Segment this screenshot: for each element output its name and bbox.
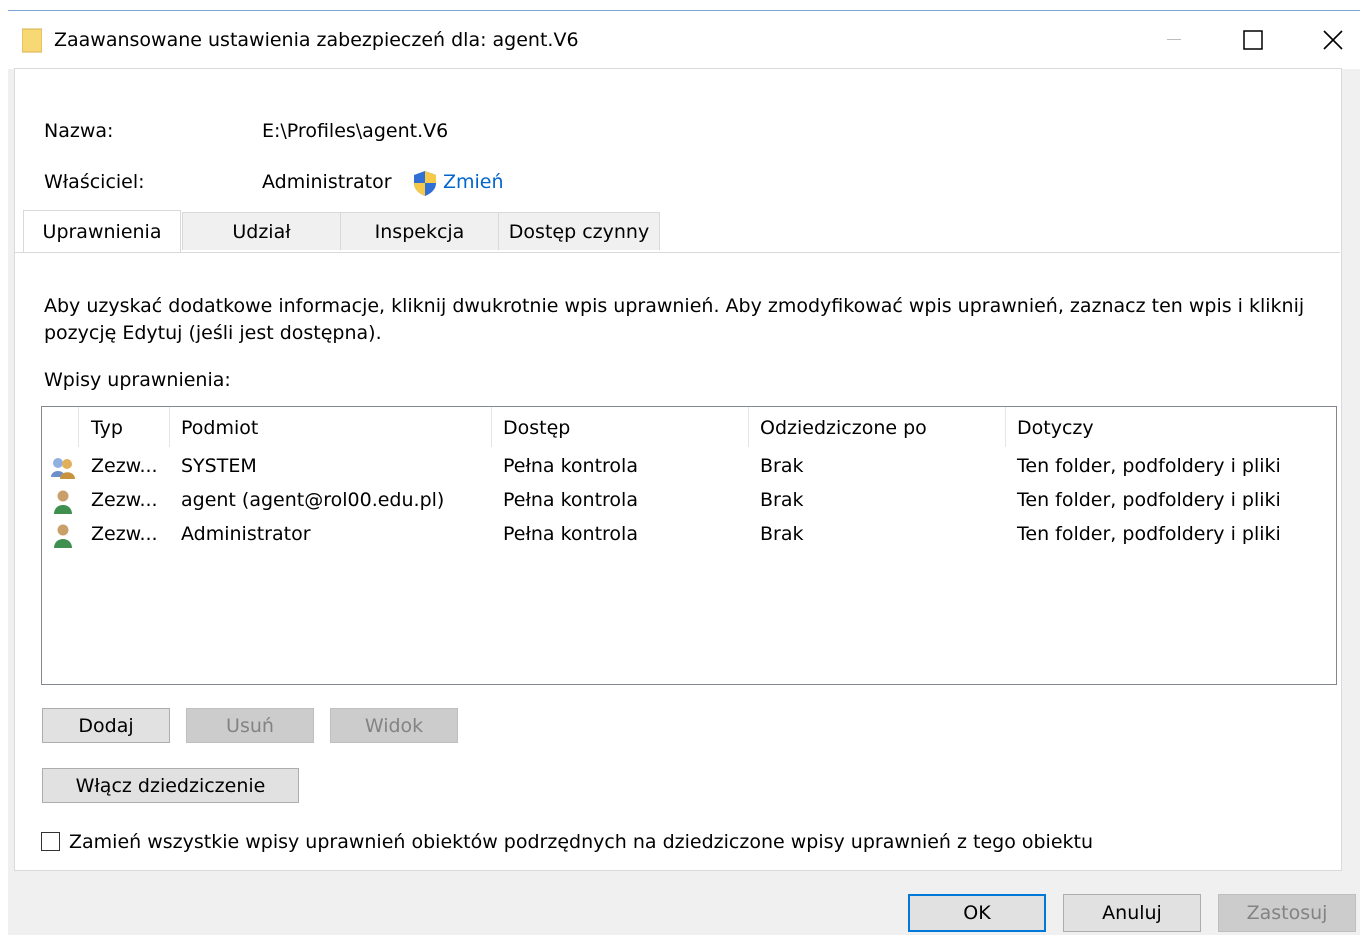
tab-sharing[interactable]: Udział [182,212,341,250]
entries-label: Wpisy uprawnienia: [44,369,231,391]
close-icon [1323,30,1343,50]
table-row[interactable]: Zezw... SYSTEM Pełna kontrola Brak Ten f… [42,451,1336,485]
name-value: E:\Profiles\agent.V6 [262,120,449,142]
group-icon [51,458,75,479]
row-inherited: Brak [760,523,804,545]
apply-button[interactable]: Zastosuj [1218,894,1356,932]
cancel-button[interactable]: Anuluj [1063,894,1201,932]
row-principal: agent (agent@rol00.edu.pl) [181,489,445,511]
column-header-type[interactable]: Typ [91,417,123,439]
row-principal: SYSTEM [181,455,257,477]
minimize-button[interactable] [1139,11,1209,69]
user-icon [54,490,72,514]
instructions-text-line2: pozycję Edytuj (jeśli jest dostępna). [44,322,382,344]
minimize-icon [1167,39,1181,40]
column-header-inherited[interactable]: Odziedziczone po [760,417,927,439]
column-separator [1005,407,1006,447]
row-access: Pełna kontrola [503,523,638,545]
row-type: Zezw... [91,523,158,545]
row-inherited: Brak [760,455,804,477]
column-header-applies[interactable]: Dotyczy [1017,417,1094,439]
tab-auditing[interactable]: Inspekcja [340,212,499,250]
column-header-access[interactable]: Dostęp [503,417,570,439]
window-title: Zaawansowane ustawienia zabezpieczeń dla… [54,29,579,51]
row-inherited: Brak [760,489,804,511]
uac-shield-icon [414,171,436,196]
row-applies: Ten folder, podfoldery i pliki [1017,523,1281,545]
row-type: Zezw... [91,455,158,477]
permission-entries-list[interactable]: Typ Podmiot Dostęp Odziedziczone po Doty… [41,406,1337,685]
column-separator [78,407,79,447]
user-icon [54,524,72,548]
tab-permissions[interactable]: Uprawnienia [23,210,181,252]
ok-button[interactable]: OK [908,894,1046,932]
table-row[interactable]: Zezw... agent (agent@rol00.edu.pl) Pełna… [42,485,1336,519]
maximize-button[interactable] [1218,11,1288,69]
folder-icon [22,28,42,53]
owner-label: Właściciel: [44,171,145,193]
column-separator [748,407,749,447]
tab-strip-border [14,252,1340,253]
row-applies: Ten folder, podfoldery i pliki [1017,455,1281,477]
column-separator [491,407,492,447]
enable-inheritance-button[interactable]: Włącz dziedziczenie [42,768,299,803]
maximize-icon [1243,30,1263,50]
remove-button[interactable]: Usuń [186,708,314,743]
instructions-text: Aby uzyskać dodatkowe informacje, klikni… [44,295,1305,317]
row-type: Zezw... [91,489,158,511]
add-button[interactable]: Dodaj [42,708,170,743]
column-header-principal[interactable]: Podmiot [181,417,258,439]
table-row[interactable]: Zezw... Administrator Pełna kontrola Bra… [42,519,1336,553]
view-button[interactable]: Widok [330,708,458,743]
column-separator [169,407,170,447]
tab-effective-access[interactable]: Dostęp czynny [498,212,660,250]
row-applies: Ten folder, podfoldery i pliki [1017,489,1281,511]
row-access: Pełna kontrola [503,455,638,477]
owner-value: Administrator [262,171,392,193]
row-access: Pełna kontrola [503,489,638,511]
name-label: Nazwa: [44,120,114,142]
title-bar: Zaawansowane ustawienia zabezpieczeń dla… [8,11,1360,69]
row-principal: Administrator [181,523,311,545]
replace-entries-checkbox[interactable] [41,832,60,851]
replace-entries-label[interactable]: Zamień wszystkie wpisy uprawnień obiektó… [69,831,1093,853]
change-owner-link[interactable]: Zmień [443,171,504,193]
close-button[interactable] [1298,11,1360,69]
